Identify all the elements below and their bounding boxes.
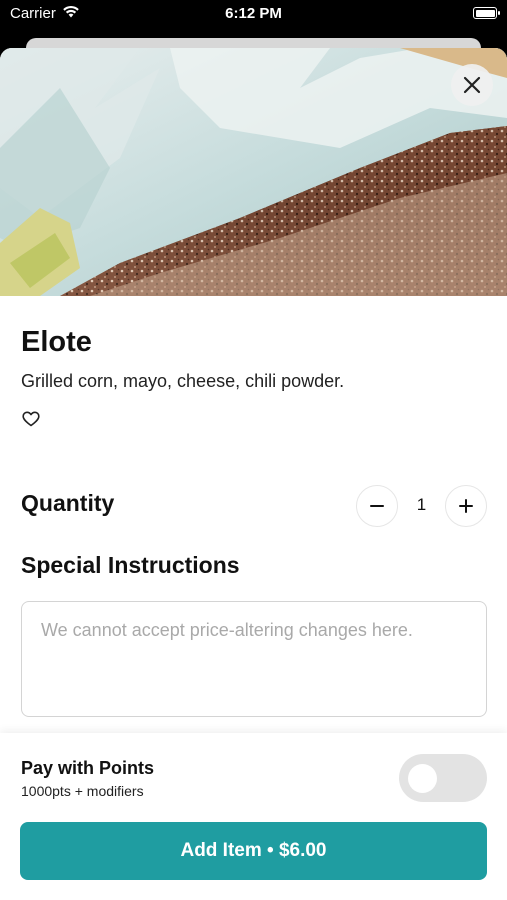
favorite-button[interactable] bbox=[20, 408, 42, 430]
item-photo bbox=[0, 48, 507, 296]
pay-with-points-label: Pay with Points bbox=[21, 758, 155, 778]
status-bar: Carrier 6:12 PM bbox=[0, 0, 507, 30]
close-button[interactable] bbox=[451, 64, 493, 106]
decrement-button[interactable] bbox=[356, 485, 398, 527]
battery-fill bbox=[475, 9, 495, 17]
plus-icon bbox=[459, 499, 473, 513]
app-screen: Carrier 6:12 PM Elote Grilled corn, mayo… bbox=[0, 0, 507, 900]
pay-with-points-toggle[interactable] bbox=[399, 754, 487, 802]
checkout-footer: Pay with Points 1000pts + modifiers Add … bbox=[0, 733, 507, 900]
quantity-value: 1 bbox=[416, 495, 427, 514]
status-time: 6:12 PM bbox=[225, 5, 282, 22]
toggle-knob bbox=[408, 764, 437, 793]
item-description: Grilled corn, mayo, cheese, chili powder… bbox=[21, 371, 345, 391]
special-instructions-label: Special Instructions bbox=[21, 552, 240, 578]
quantity-stepper: 1 bbox=[356, 485, 487, 527]
minus-icon bbox=[370, 505, 384, 507]
points-cost-label: 1000pts + modifiers bbox=[21, 783, 144, 799]
heart-outline-icon bbox=[22, 411, 40, 427]
quantity-label: Quantity bbox=[21, 490, 115, 516]
increment-button[interactable] bbox=[445, 485, 487, 527]
battery-icon bbox=[473, 7, 500, 19]
special-instructions-input[interactable] bbox=[21, 601, 487, 717]
add-item-button[interactable]: Add Item • $6.00 bbox=[20, 822, 487, 880]
close-icon bbox=[463, 76, 481, 94]
item-detail-sheet: Elote Grilled corn, mayo, cheese, chili … bbox=[0, 48, 507, 900]
item-title: Elote bbox=[21, 326, 92, 358]
